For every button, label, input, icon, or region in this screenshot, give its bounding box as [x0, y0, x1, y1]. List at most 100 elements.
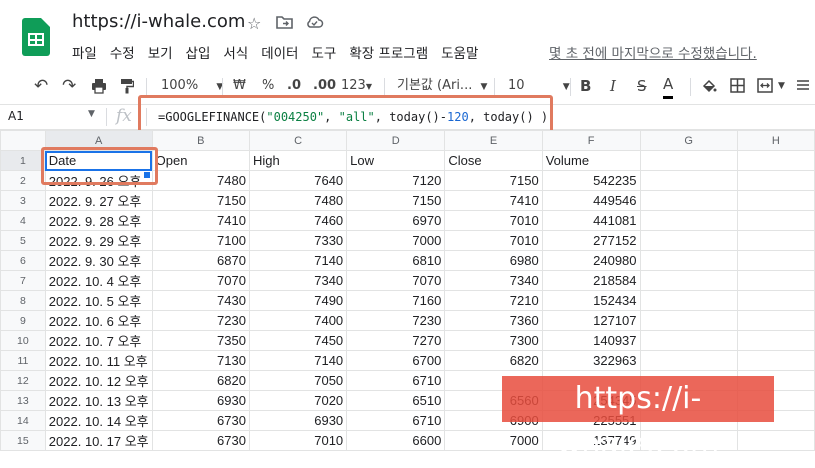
cell-d6[interactable]: 6810 [346, 250, 446, 271]
cell-d9[interactable]: 7230 [346, 310, 446, 331]
cell-h4[interactable] [736, 210, 815, 231]
cell-b12[interactable]: 6820 [151, 370, 250, 391]
cell-d11[interactable]: 6700 [346, 350, 446, 371]
cell-a8[interactable]: 2022. 10. 5 오후 [44, 290, 153, 311]
cell-h8[interactable] [736, 290, 815, 311]
cell-e15[interactable]: 7000 [444, 430, 543, 451]
borders-icon[interactable] [730, 72, 745, 100]
cell-g2[interactable] [639, 170, 738, 191]
cell-d14[interactable]: 6710 [346, 410, 446, 431]
cell-g1[interactable] [639, 150, 738, 171]
cell-b15[interactable]: 6730 [151, 430, 250, 451]
cell-g7[interactable] [639, 270, 738, 291]
cell-b9[interactable]: 7230 [151, 310, 250, 331]
cell-e1[interactable]: Close [444, 150, 543, 171]
strikethrough-button[interactable]: S [637, 72, 647, 100]
undo-icon[interactable]: ↶ [34, 72, 48, 100]
cell-d10[interactable]: 7270 [346, 330, 446, 351]
row-header[interactable]: 7 [0, 270, 46, 291]
column-header-f[interactable]: F [541, 130, 641, 151]
cell-c9[interactable]: 7400 [248, 310, 348, 331]
cell-c15[interactable]: 7010 [248, 430, 348, 451]
menu-extensions[interactable]: 확장 프로그램 [349, 42, 428, 62]
cell-a6[interactable]: 2022. 9. 30 오후 [44, 250, 153, 271]
cell-f1[interactable]: Volume [541, 150, 641, 171]
cell-g5[interactable] [639, 230, 738, 251]
menu-file[interactable]: 파일 [72, 42, 97, 62]
column-header-c[interactable]: C [248, 130, 348, 151]
cell-g9[interactable] [639, 310, 738, 331]
cell-c3[interactable]: 7480 [248, 190, 348, 211]
row-header[interactable]: 2 [0, 170, 46, 191]
cell-a9[interactable]: 2022. 10. 6 오후 [44, 310, 153, 331]
cell-h2[interactable] [736, 170, 815, 191]
cell-d2[interactable]: 7120 [346, 170, 446, 191]
cell-g10[interactable] [639, 330, 738, 351]
cell-g11[interactable] [639, 350, 738, 371]
cell-b1[interactable]: Open [151, 150, 250, 171]
cell-a14[interactable]: 2022. 10. 14 오후 [44, 410, 153, 431]
cell-h11[interactable] [736, 350, 815, 371]
cell-e8[interactable]: 7210 [444, 290, 543, 311]
row-header[interactable]: 12 [0, 370, 46, 391]
cell-f11[interactable]: 322963 [541, 350, 641, 371]
menu-edit[interactable]: 수정 [110, 42, 135, 62]
cell-d4[interactable]: 6970 [346, 210, 446, 231]
menu-help[interactable]: 도움말 [441, 42, 478, 62]
menu-tools[interactable]: 도구 [311, 42, 336, 62]
cell-f6[interactable]: 240980 [541, 250, 641, 271]
cell-b5[interactable]: 7100 [151, 230, 250, 251]
cell-d15[interactable]: 6600 [346, 430, 446, 451]
horizontal-align-icon[interactable] [796, 72, 810, 100]
cell-c6[interactable]: 7140 [248, 250, 348, 271]
name-box[interactable]: A1 [8, 109, 24, 123]
cell-d5[interactable]: 7000 [346, 230, 446, 251]
cell-e2[interactable]: 7150 [444, 170, 543, 191]
menu-data[interactable]: 데이터 [261, 42, 298, 62]
cell-h7[interactable] [736, 270, 815, 291]
cell-d1[interactable]: Low [346, 150, 446, 171]
cell-c11[interactable]: 7140 [248, 350, 348, 371]
cell-a11[interactable]: 2022. 10. 11 오후 [44, 350, 153, 371]
row-header[interactable]: 4 [0, 210, 46, 231]
print-icon[interactable] [91, 72, 107, 100]
cell-h5[interactable] [736, 230, 815, 251]
cell-e3[interactable]: 7410 [444, 190, 543, 211]
row-header[interactable]: 15 [0, 430, 46, 451]
cell-c10[interactable]: 7450 [248, 330, 348, 351]
cell-a12[interactable]: 2022. 10. 12 오후 [44, 370, 153, 391]
cell-h15[interactable] [736, 430, 815, 451]
cell-b14[interactable]: 6730 [151, 410, 250, 431]
row-header[interactable]: 14 [0, 410, 46, 431]
merge-cells-icon[interactable] [757, 72, 773, 100]
column-header-g[interactable]: G [639, 130, 738, 151]
cell-b2[interactable]: 7480 [151, 170, 250, 191]
cell-b13[interactable]: 6930 [151, 390, 250, 411]
column-header-e[interactable]: E [444, 130, 543, 151]
cell-a3[interactable]: 2022. 9. 27 오후 [44, 190, 153, 211]
menu-format[interactable]: 서식 [223, 42, 248, 62]
row-header[interactable]: 6 [0, 250, 46, 271]
chevron-down-icon[interactable]: ▼ [88, 109, 95, 119]
move-folder-icon[interactable] [276, 14, 293, 33]
cell-g6[interactable] [639, 250, 738, 271]
column-header-h[interactable]: H [736, 130, 815, 151]
cell-d13[interactable]: 6510 [346, 390, 446, 411]
cell-b11[interactable]: 7130 [151, 350, 250, 371]
cell-e6[interactable]: 6980 [444, 250, 543, 271]
italic-button[interactable]: I [610, 72, 616, 100]
cloud-status-icon[interactable] [305, 14, 324, 33]
cell-c1[interactable]: High [248, 150, 348, 171]
cell-f9[interactable]: 127107 [541, 310, 641, 331]
cell-f4[interactable]: 441081 [541, 210, 641, 231]
cell-c4[interactable]: 7460 [248, 210, 348, 231]
cell-d3[interactable]: 7150 [346, 190, 446, 211]
cell-f7[interactable]: 218584 [541, 270, 641, 291]
cell-e7[interactable]: 7340 [444, 270, 543, 291]
fill-color-icon[interactable] [701, 72, 717, 100]
cell-b10[interactable]: 7350 [151, 330, 250, 351]
redo-icon[interactable]: ↷ [62, 72, 76, 100]
column-header-d[interactable]: D [346, 130, 446, 151]
menu-view[interactable]: 보기 [148, 42, 173, 62]
cell-a7[interactable]: 2022. 10. 4 오후 [44, 270, 153, 291]
